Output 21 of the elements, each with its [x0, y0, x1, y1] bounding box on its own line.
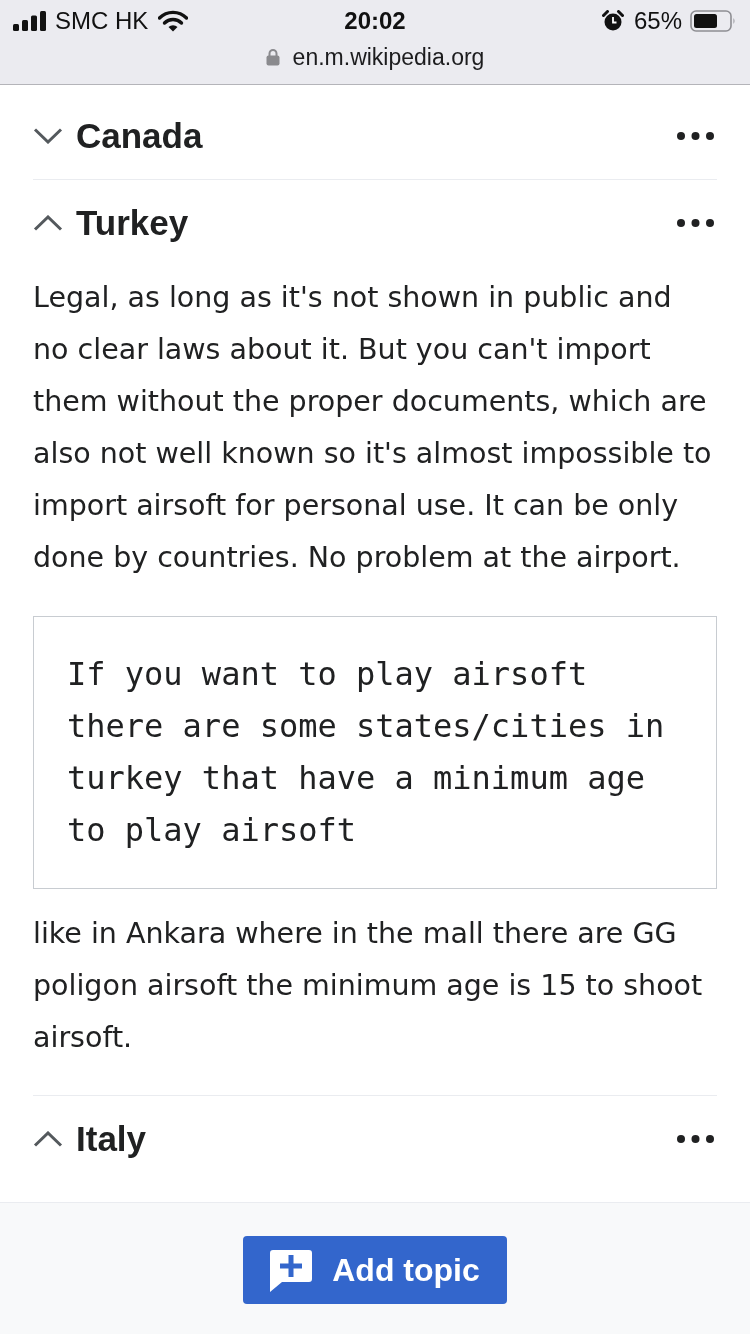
- battery-percent: 65%: [633, 7, 682, 35]
- chevron-up-icon[interactable]: [33, 215, 63, 231]
- chevron-up-icon[interactable]: [33, 1131, 63, 1147]
- alarm-clock-icon: [601, 10, 624, 32]
- section-heading[interactable]: Canada: [76, 116, 677, 156]
- status-time: 20:02: [344, 7, 406, 35]
- more-options-icon[interactable]: [677, 132, 714, 140]
- section-heading[interactable]: Turkey: [76, 203, 677, 243]
- add-topic-button[interactable]: Add topic: [243, 1236, 507, 1304]
- body-paragraph: like in Ankara where in the mall there are GG poligon airsoft the minimum age is 15 to shoot airsoft.: [33, 916, 704, 1056]
- more-options-icon[interactable]: [677, 1135, 714, 1143]
- section-heading[interactable]: Italy: [76, 1119, 677, 1159]
- url-text[interactable]: en.m.wikipedia.org: [292, 43, 485, 71]
- wifi-icon: [158, 10, 189, 32]
- body-paragraph: Legal, as long as it's not shown in public and no clear laws about it. But you can't import them without the proper documents, which are also not well known so it's almost impossible to import airsoft for personal use. It can be only done by countries. No problem at the airport.: [33, 280, 713, 576]
- carrier-name: SMC HK: [55, 7, 149, 35]
- more-options-icon[interactable]: [677, 219, 714, 227]
- speech-bubble-plus-icon: [270, 1250, 313, 1292]
- preformatted-block: If you want to play airsoft there are some states/cities in turkey that have a minimum age to play airsoft: [33, 616, 717, 889]
- chevron-down-icon[interactable]: [33, 128, 63, 144]
- signal-icon: [13, 11, 47, 31]
